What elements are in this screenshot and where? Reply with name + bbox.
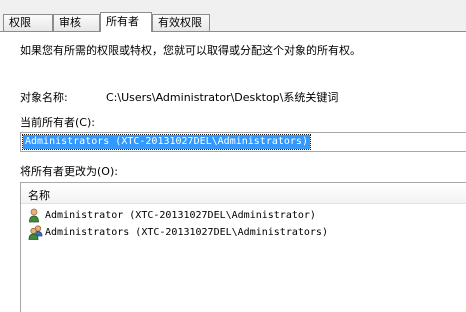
- current-owner-field[interactable]: Administrators (XTC-20131027DEL\Administ…: [20, 132, 466, 152]
- list-item-administrator[interactable]: Administrator (XTC-20131027DEL\Administr…: [21, 207, 466, 224]
- change-owner-list[interactable]: 名称 Administrator (XTC-20131027DEL\Admini…: [20, 182, 466, 312]
- object-name-value: C:\Users\Administrator\Desktop\系统关键词: [106, 91, 339, 104]
- tab-auditing-label: 审核: [59, 16, 81, 29]
- name-column-header-label: 名称: [28, 189, 50, 202]
- name-column-header[interactable]: 名称: [21, 183, 466, 204]
- group-icon: [28, 225, 46, 240]
- tab-owner[interactable]: 所有者: [100, 12, 152, 32]
- object-name-label: 对象名称:: [20, 91, 68, 104]
- tab-auditing[interactable]: 审核: [53, 14, 100, 31]
- tab-effective-permissions-label: 有效权限: [158, 16, 202, 29]
- current-owner-label: 当前所有者(C):: [20, 116, 95, 129]
- tab-permissions[interactable]: 权限: [3, 14, 53, 31]
- list-item-administrators[interactable]: Administrators (XTC-20131027DEL\Administ…: [21, 224, 466, 241]
- list-item-label: Administrators (XTC-20131027DEL\Administ…: [45, 227, 328, 238]
- tab-permissions-label: 权限: [9, 16, 31, 29]
- change-owner-label: 将所有者更改为(O):: [20, 165, 118, 178]
- list-item-label: Administrator (XTC-20131027DEL\Administr…: [45, 210, 316, 221]
- current-owner-value[interactable]: Administrators (XTC-20131027DEL\Administ…: [22, 134, 311, 150]
- user-icon: [28, 208, 46, 223]
- tab-effective-permissions[interactable]: 有效权限: [152, 14, 210, 31]
- description-text: 如果您有所需的权限或特权，您就可以取得或分配这个对象的所有权。: [20, 44, 361, 57]
- tab-strip: 权限 审核 所有者 有效权限: [0, 0, 466, 32]
- tab-owner-label: 所有者: [106, 15, 139, 28]
